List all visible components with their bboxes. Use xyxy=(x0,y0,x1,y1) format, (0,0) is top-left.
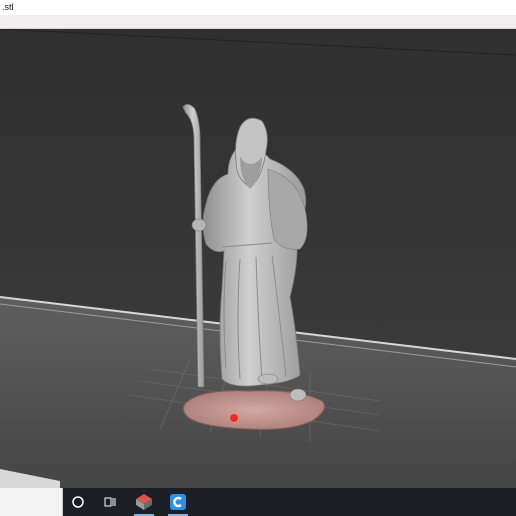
task-view-icon xyxy=(104,497,116,507)
cortana-button[interactable] xyxy=(64,488,92,516)
origin-marker xyxy=(229,413,239,423)
cura-app-icon xyxy=(170,494,186,510)
model-foot-right xyxy=(289,388,307,402)
taskbar-search-box[interactable] xyxy=(0,488,63,516)
window-titlebar: .stl xyxy=(0,0,516,15)
model-foot-left xyxy=(257,373,279,385)
windows-taskbar xyxy=(0,488,516,516)
slicer-app-icon xyxy=(136,494,152,510)
task-view-button[interactable] xyxy=(96,488,124,516)
cortana-circle-icon xyxy=(72,496,84,508)
app-toolbar xyxy=(0,15,516,29)
slicer-app-button[interactable] xyxy=(130,488,158,516)
model-hand xyxy=(191,218,207,232)
cura-app-button[interactable] xyxy=(164,488,192,516)
window-title: .stl xyxy=(2,2,14,12)
3d-viewport[interactable] xyxy=(0,29,516,488)
